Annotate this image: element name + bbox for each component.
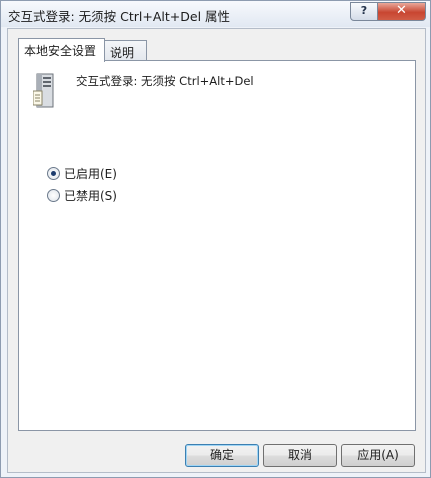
- title-bar: 交互式登录: 无须按 Ctrl+Alt+Del 属性 ? ✕: [1, 1, 430, 27]
- window-title: 交互式登录: 无须按 Ctrl+Alt+Del 属性: [8, 9, 231, 24]
- cancel-button[interactable]: 取消: [263, 444, 337, 467]
- policy-name: 交互式登录: 无须按 Ctrl+Alt+Del: [76, 74, 254, 88]
- help-icon: ?: [360, 4, 368, 17]
- tab-local-security-setting[interactable]: 本地安全设置: [18, 38, 105, 62]
- apply-button[interactable]: 应用(A): [341, 444, 415, 467]
- enabled-radio[interactable]: [47, 167, 60, 180]
- tab-label: 说明: [110, 46, 135, 60]
- properties-dialog: 交互式登录: 无须按 Ctrl+Alt+Del 属性 ? ✕ 本地安全设置 说明: [0, 0, 431, 478]
- disabled-radio[interactable]: [47, 189, 60, 202]
- dialog-body: 本地安全设置 说明 交互式登录: 无须按 Ctrl+Alt+Del 已启用(E): [7, 28, 426, 473]
- disabled-label: 已禁用(S): [64, 189, 117, 203]
- close-icon: ✕: [396, 3, 407, 18]
- tab-explain[interactable]: 说明: [104, 40, 147, 61]
- close-button[interactable]: ✕: [377, 2, 426, 21]
- ok-button[interactable]: 确定: [185, 444, 259, 467]
- tab-label: 本地安全设置: [24, 44, 97, 58]
- enabled-label: 已启用(E): [64, 167, 117, 181]
- tab-panel: 交互式登录: 无须按 Ctrl+Alt+Del 已启用(E) 已禁用(S): [18, 60, 416, 431]
- server-computer-icon: [33, 73, 54, 108]
- help-button[interactable]: ?: [350, 2, 378, 21]
